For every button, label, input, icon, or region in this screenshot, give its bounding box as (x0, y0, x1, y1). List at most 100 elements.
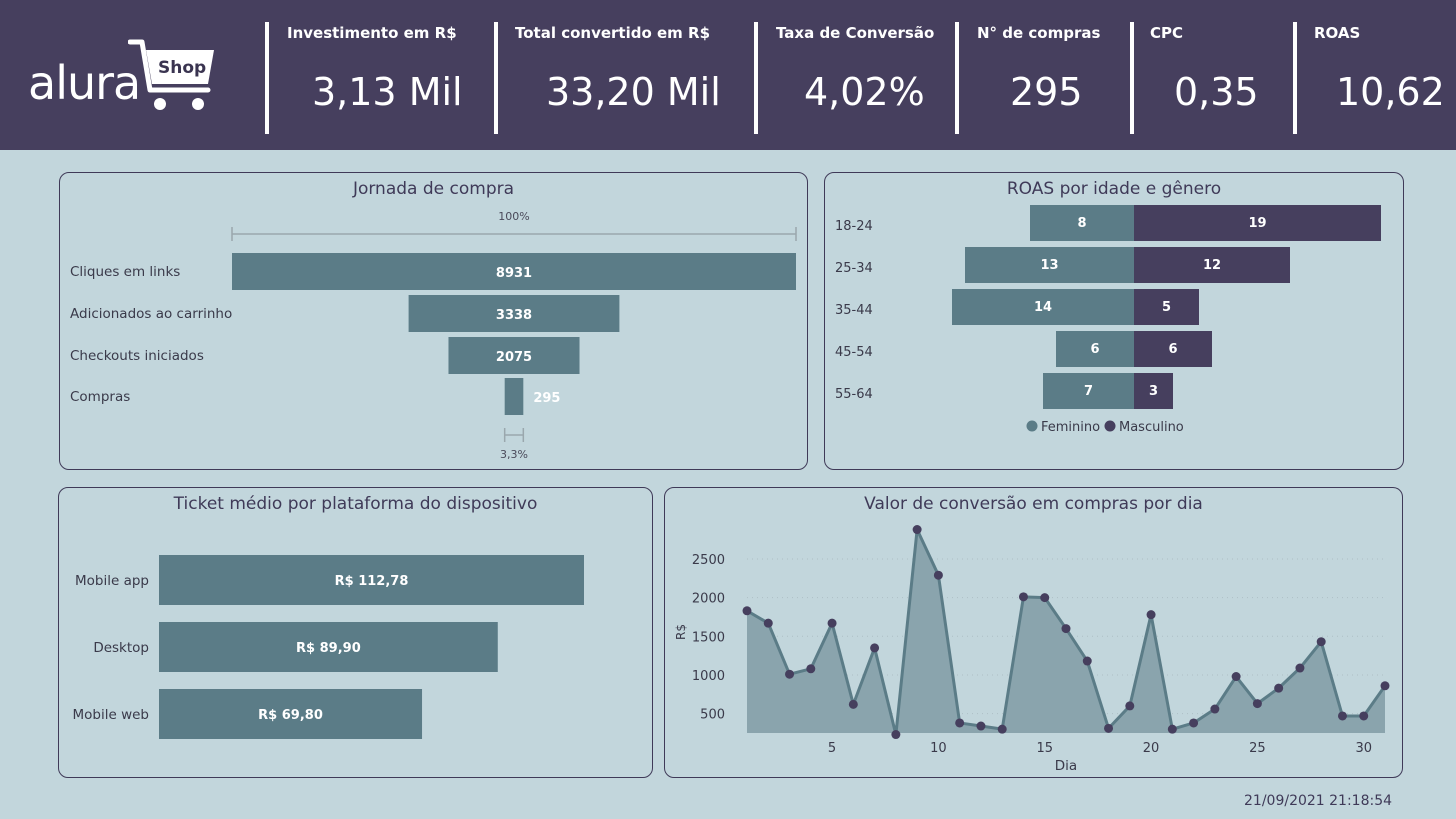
area-data-point (1231, 672, 1241, 682)
funnel-category-label: Compras (70, 389, 130, 405)
funnel-value-label: 295 (533, 391, 560, 406)
funnel-top-percent: 100% (498, 210, 529, 223)
roas-age-label: 55-64 (835, 387, 873, 402)
area-data-point (827, 618, 837, 628)
area-y-tick-label: 500 (700, 708, 725, 723)
area-data-point (912, 525, 922, 535)
roas-value-feminino: 6 (1090, 342, 1099, 357)
logo-badge: Shop (158, 58, 207, 78)
kpi-label-cpc: CPC (1150, 24, 1184, 42)
logo-text: alura (28, 56, 141, 110)
header-bar: alura Shop Investimento em R$ 3,13 Mil T… (0, 0, 1456, 150)
roas-age-label: 45-54 (835, 345, 873, 360)
kpi-value-cpc: 0,35 (1174, 70, 1259, 114)
area-data-point (1316, 637, 1326, 647)
kpi-label-total-convertido: Total convertido em R$ (515, 24, 711, 42)
ticket-category-label: Mobile app (75, 573, 149, 589)
kpi-divider (265, 22, 269, 134)
area-data-point (742, 606, 752, 616)
kpi-value-compras: 295 (1010, 70, 1083, 114)
area-x-tick-label: 30 (1355, 741, 1372, 756)
ticket-panel: Ticket médio por plataforma do dispositi… (58, 487, 653, 778)
area-x-tick-label: 25 (1249, 741, 1266, 756)
area-data-point (1189, 718, 1199, 728)
ticket-value-label: R$ 69,80 (258, 708, 323, 723)
area-data-point (1040, 593, 1050, 603)
area-data-point (1359, 711, 1369, 721)
roas-age-label: 35-44 (835, 303, 873, 318)
conversion-panel: Valor de conversão em compras por dia 50… (664, 487, 1403, 778)
roas-value-feminino: 13 (1040, 258, 1058, 273)
funnel-category-label: Checkouts iniciados (70, 348, 204, 364)
roas-panel: ROAS por idade e gênero 18-24 8 19 25-34 13 1… (824, 172, 1404, 470)
kpi-divider (955, 22, 959, 134)
kpi-divider (1293, 22, 1297, 134)
funnel-bottom-percent: 3,3% (500, 448, 528, 461)
legend-label-feminino: Feminino (1041, 420, 1100, 435)
roas-value-feminino: 14 (1034, 300, 1052, 315)
area-data-point (1082, 656, 1092, 666)
kpi-value-investimento: 3,13 Mil (312, 70, 463, 114)
kpi-value-roas: 10,62 (1336, 70, 1445, 114)
kpi-value-total-convertido: 33,20 Mil (546, 70, 721, 114)
funnel-value-label: 3338 (496, 308, 532, 323)
legend-marker-feminino (1026, 420, 1038, 432)
area-y-tick-label: 1500 (692, 630, 725, 645)
area-data-point (976, 721, 986, 731)
funnel-panel: Jornada de compra 100% Cliques em links 89… (59, 172, 808, 470)
area-x-tick-label: 5 (828, 741, 836, 756)
conversion-chart: 500 1000 1500 2000 2500 5 10 15 20 25 30 Dia R$ (674, 525, 1390, 774)
area-data-point (891, 730, 901, 740)
area-data-point (955, 718, 965, 728)
area-data-point (1018, 592, 1028, 602)
area-y-tick-label: 2500 (692, 553, 725, 568)
legend-marker-masculino (1104, 420, 1116, 432)
area-x-axis-title: Dia (1055, 758, 1077, 774)
area-data-point (763, 618, 773, 628)
area-data-point (1337, 711, 1347, 721)
roas-value-feminino: 7 (1084, 384, 1093, 399)
kpi-label-investimento: Investimento em R$ (287, 24, 457, 42)
area-data-point (933, 570, 943, 580)
area-data-point (785, 669, 795, 679)
roas-value-masculino: 6 (1168, 342, 1177, 357)
area-data-point (848, 699, 858, 709)
roas-value-masculino: 3 (1149, 384, 1158, 399)
roas-value-masculino: 5 (1162, 300, 1171, 315)
kpi-divider (1130, 22, 1134, 134)
area-data-point (870, 643, 880, 653)
roas-age-label: 25-34 (835, 261, 873, 276)
kpi-label-roas: ROAS (1314, 24, 1361, 42)
area-x-tick-label: 10 (930, 741, 947, 756)
area-y-tick-label: 1000 (692, 669, 725, 684)
kpi-label-compras: N° de compras (977, 24, 1101, 42)
ticket-chart: Mobile app R$ 112,78 Desktop R$ 89,90 Mobile… (73, 555, 584, 739)
funnel-chart: 100% Cliques em links 8931 Adicionados ao c… (70, 210, 797, 461)
funnel-category-label: Adicionados ao carrinho (70, 306, 232, 322)
area-data-point (1274, 683, 1284, 693)
area-data-point (1210, 704, 1220, 714)
ticket-category-label: Mobile web (73, 707, 150, 723)
area-data-point (806, 664, 816, 674)
area-data-point (1104, 723, 1114, 733)
roas-value-masculino: 19 (1248, 216, 1266, 231)
area-data-point (1295, 663, 1305, 673)
area-data-point (1125, 701, 1135, 711)
area-data-point (997, 724, 1007, 734)
kpi-divider (494, 22, 498, 134)
area-data-point (1252, 699, 1262, 709)
kpi-value-taxa-conversao: 4,02% (804, 70, 925, 114)
funnel-bar (504, 378, 524, 415)
area-data-point (1380, 681, 1390, 691)
ticket-value-label: R$ 89,90 (296, 641, 361, 656)
roas-age-label: 18-24 (835, 219, 873, 234)
kpi-divider (754, 22, 758, 134)
roas-chart: 18-24 8 19 25-34 13 12 35-44 14 5 45-54 6 6 55-64 7 3 F… (835, 205, 1381, 435)
alura-shop-logo: alura Shop (28, 38, 218, 118)
area-y-tick-label: 2000 (692, 592, 725, 607)
area-x-tick-label: 20 (1143, 741, 1160, 756)
ticket-category-label: Desktop (93, 640, 149, 656)
kpi-label-taxa-conversao: Taxa de Conversão (776, 24, 935, 42)
timestamp: 21/09/2021 21:18:54 (1244, 793, 1393, 809)
area-data-point (1146, 610, 1156, 620)
